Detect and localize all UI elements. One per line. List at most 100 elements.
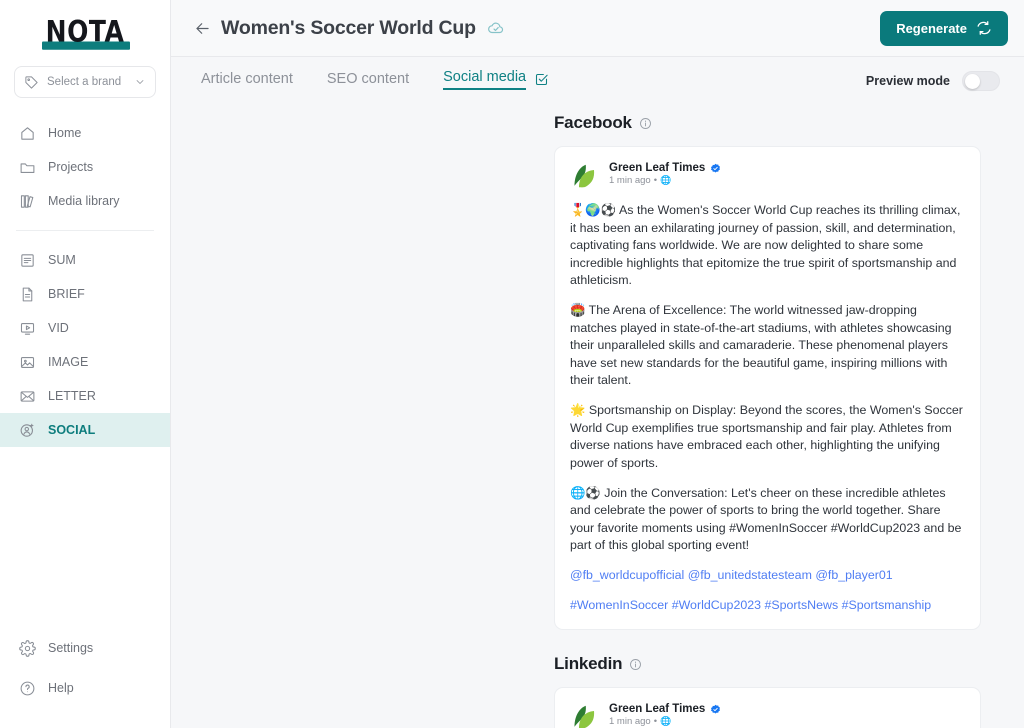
sidebar-item-label: SUM [48,253,76,267]
post-header: Green Leaf Times 1 min ago • 🌐 [570,161,965,191]
post-header: Green Leaf Times 1 min ago • 🌐 [570,702,965,728]
sidebar-item-label: VID [48,321,69,335]
tab-label: Social media [443,69,527,90]
folder-icon [19,159,36,176]
sidebar-item-label: Home [48,126,82,140]
library-icon [19,193,36,210]
sidebar: NOTA Select a brand Home Projects Media … [0,0,171,728]
post-author-name: Green Leaf Times [609,162,706,174]
verified-badge-icon [710,704,721,715]
sidebar-item-label: LETTER [48,389,96,403]
tab-seo-content[interactable]: SEO content [327,71,409,91]
logo-text: NOTA [45,13,125,49]
linkedin-post-card: Green Leaf Times 1 min ago • 🌐 [554,687,981,728]
info-icon[interactable] [629,658,642,671]
info-icon[interactable] [639,117,652,130]
post-paragraph: 🏟️ The Arena of Excellence: The world wi… [570,303,952,388]
tab-social-media[interactable]: Social media [443,69,549,94]
post-meta: Green Leaf Times 1 min ago • 🌐 [609,161,721,186]
cloud-check-icon [487,19,505,37]
user-plus-icon [19,422,36,439]
home-icon [19,125,36,142]
post-timestamp: 1 min ago [609,175,651,186]
nav-primary: Home Projects Media library [0,112,170,222]
globe-icon: 🌐 [660,175,672,186]
file-text-icon [19,286,36,303]
regenerate-button[interactable]: Regenerate [880,10,1008,46]
post-paragraph: 🌟 Sportsmanship on Display: Beyond the s… [570,403,963,470]
sidebar-item-projects[interactable]: Projects [0,150,170,184]
regenerate-label: Regenerate [896,20,967,36]
page-title: Women's Soccer World Cup [221,16,476,39]
nav-bottom: Settings Help [0,624,170,728]
post-author-row: Green Leaf Times [609,703,721,715]
content-scroll-area[interactable]: Facebook Green Leaf Times 1 min ago • 🌐 … [171,105,1024,728]
video-icon [19,320,36,337]
post-mentions[interactable]: @fb_worldcupofficial @fb_unitedstatestea… [570,567,965,585]
post-paragraph: 🌐⚽ Join the Conversation: Let's cheer on… [570,485,962,553]
sidebar-item-label: BRIEF [48,287,85,301]
section-title: Facebook [554,113,632,132]
brand-selector-label: Select a brand [47,76,122,88]
post-hashtags[interactable]: #WomenInSoccer #WorldCup2023 #SportsNews… [570,597,965,615]
sidebar-item-label: Settings [48,641,94,655]
post-author-name: Green Leaf Times [609,703,706,716]
checkbox-check-icon [534,72,549,87]
sidebar-divider [16,230,154,231]
envelope-icon [19,388,36,405]
app-logo[interactable]: NOTA [0,0,170,62]
tab-label: Article content [201,71,293,87]
sidebar-item-help[interactable]: Help [0,668,170,708]
post-paragraph: 🎖️🌍⚽ As the Women's Soccer World Cup rea… [570,203,961,288]
section-header: Facebook [554,113,1024,133]
sidebar-item-brief[interactable]: BRIEF [0,277,170,311]
main-area: Women's Soccer World Cup Regenerate Arti… [171,0,1024,728]
arrow-left-icon [193,19,212,38]
post-author-row: Green Leaf Times [609,162,721,174]
avatar [570,702,600,728]
gear-icon [19,639,36,657]
section-title: Linkedin [554,654,623,674]
sidebar-item-image[interactable]: IMAGE [0,345,170,379]
sidebar-item-label: Projects [48,160,94,174]
tag-icon [24,75,39,90]
tab-label: SEO content [326,71,410,87]
topbar: Women's Soccer World Cup Regenerate [171,0,1024,57]
sidebar-item-vid[interactable]: VID [0,311,170,345]
question-circle-icon [19,680,36,697]
document-lines-icon [19,252,36,269]
social-feed: Facebook Green Leaf Times 1 min ago • 🌐 … [171,105,1024,728]
sidebar-item-letter[interactable]: LETTER [0,379,170,413]
refresh-icon [976,20,992,36]
section-facebook: Facebook Green Leaf Times 1 min ago • 🌐 … [171,113,1024,631]
globe-icon: 🌐 [660,716,672,727]
dot-separator: • [653,716,658,728]
facebook-post-card: Green Leaf Times 1 min ago • 🌐 🎖️🌍⚽ As t… [554,146,981,631]
sidebar-item-media-library[interactable]: Media library [0,184,170,218]
preview-mode-control[interactable]: Preview mode [866,71,1000,91]
section-linkedin: Linkedin Green Leaf Times 1 min ago • 🌐 [171,654,1024,728]
dot-separator: • [653,175,658,186]
post-body: 🎖️🌍⚽ As the Women's Soccer World Cup rea… [570,202,965,614]
post-meta: Green Leaf Times 1 min ago • 🌐 [609,702,721,727]
tabbar: Article content SEO content Social media… [171,57,1024,105]
sidebar-item-label: IMAGE [48,355,89,369]
sidebar-item-sum[interactable]: SUM [0,243,170,277]
preview-mode-toggle[interactable] [962,71,1000,91]
toggle-knob [965,73,980,89]
verified-badge-icon [710,163,721,174]
avatar [570,161,600,191]
post-timestamp-row: 1 min ago • 🌐 [609,716,721,727]
sidebar-item-social[interactable]: SOCIAL [0,413,170,447]
post-timestamp-row: 1 min ago • 🌐 [609,175,721,186]
brand-selector[interactable]: Select a brand [14,66,156,98]
tab-article-content[interactable]: Article content [201,71,293,91]
chevron-down-icon [134,76,146,88]
post-timestamp: 1 min ago [609,716,651,728]
sidebar-item-home[interactable]: Home [0,116,170,150]
sidebar-item-label: Help [48,681,74,695]
back-button[interactable] [189,15,215,41]
sidebar-item-settings[interactable]: Settings [0,628,170,668]
sidebar-item-label: Media library [48,194,120,208]
